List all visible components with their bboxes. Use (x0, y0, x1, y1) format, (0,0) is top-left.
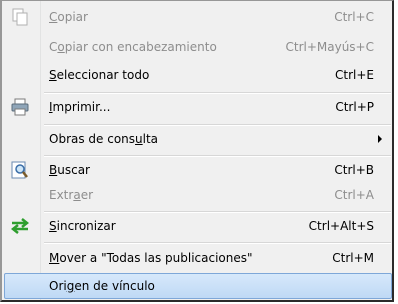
menu-item-copiar[interactable]: Copiar Ctrl+C (4, 4, 392, 30)
menu-item-label: Mover a "Todas las publicaciones" (49, 251, 253, 265)
menu-item-label: Obras de consulta (49, 132, 159, 146)
copy-icon (10, 7, 30, 27)
menu-item-shortcut: Ctrl+M (332, 251, 374, 265)
menu-item-imprimir[interactable]: Imprimir... Ctrl+P (4, 94, 392, 120)
menu-item-origen-de-vinculo[interactable]: Origen de vínculo (4, 273, 392, 299)
search-icon (10, 160, 30, 180)
menu-item-label: Buscar (49, 163, 90, 177)
sync-icon (10, 216, 30, 236)
menu-item-label: Origen de vínculo (49, 279, 155, 293)
submenu-arrow-icon (378, 135, 382, 143)
menu-item-sincronizar[interactable]: Sincronizar Ctrl+Alt+S (4, 213, 392, 239)
context-menu: Copiar Ctrl+C Copiar con encabezamiento … (0, 0, 394, 302)
menu-item-extraer[interactable]: Extraer Ctrl+A (4, 182, 392, 208)
menu-item-seleccionar-todo[interactable]: Seleccionar todo Ctrl+E (4, 62, 392, 88)
menu-item-label: Sincronizar (49, 219, 116, 233)
menu-item-label: Seleccionar todo (49, 68, 150, 82)
menu-item-shortcut: Ctrl+Alt+S (308, 219, 374, 233)
menu-item-shortcut: Ctrl+Mayús+C (285, 40, 374, 54)
printer-icon (10, 97, 30, 117)
menu-item-obras-de-consulta[interactable]: Obras de consulta (4, 126, 392, 152)
menu-item-label: Copiar (49, 10, 88, 24)
menu-item-shortcut: Ctrl+A (334, 188, 374, 202)
menu-item-buscar[interactable]: Buscar Ctrl+B (4, 157, 392, 183)
menu-item-mover-a-todas-las-publicaciones[interactable]: Mover a "Todas las publicaciones" Ctrl+M (4, 245, 392, 271)
menu-item-label: Copiar con encabezamiento (49, 40, 217, 54)
menu-item-shortcut: Ctrl+C (334, 10, 374, 24)
menu-item-label: Extraer (49, 188, 94, 202)
menu-item-label: Imprimir... (49, 100, 111, 114)
menu-item-shortcut: Ctrl+B (334, 163, 374, 177)
menu-separator (44, 242, 391, 244)
menu-item-copiar-con-encabezamiento[interactable]: Copiar con encabezamiento Ctrl+Mayús+C (4, 34, 392, 60)
menu-item-shortcut: Ctrl+E (335, 68, 374, 82)
menu-item-shortcut: Ctrl+P (335, 100, 374, 114)
